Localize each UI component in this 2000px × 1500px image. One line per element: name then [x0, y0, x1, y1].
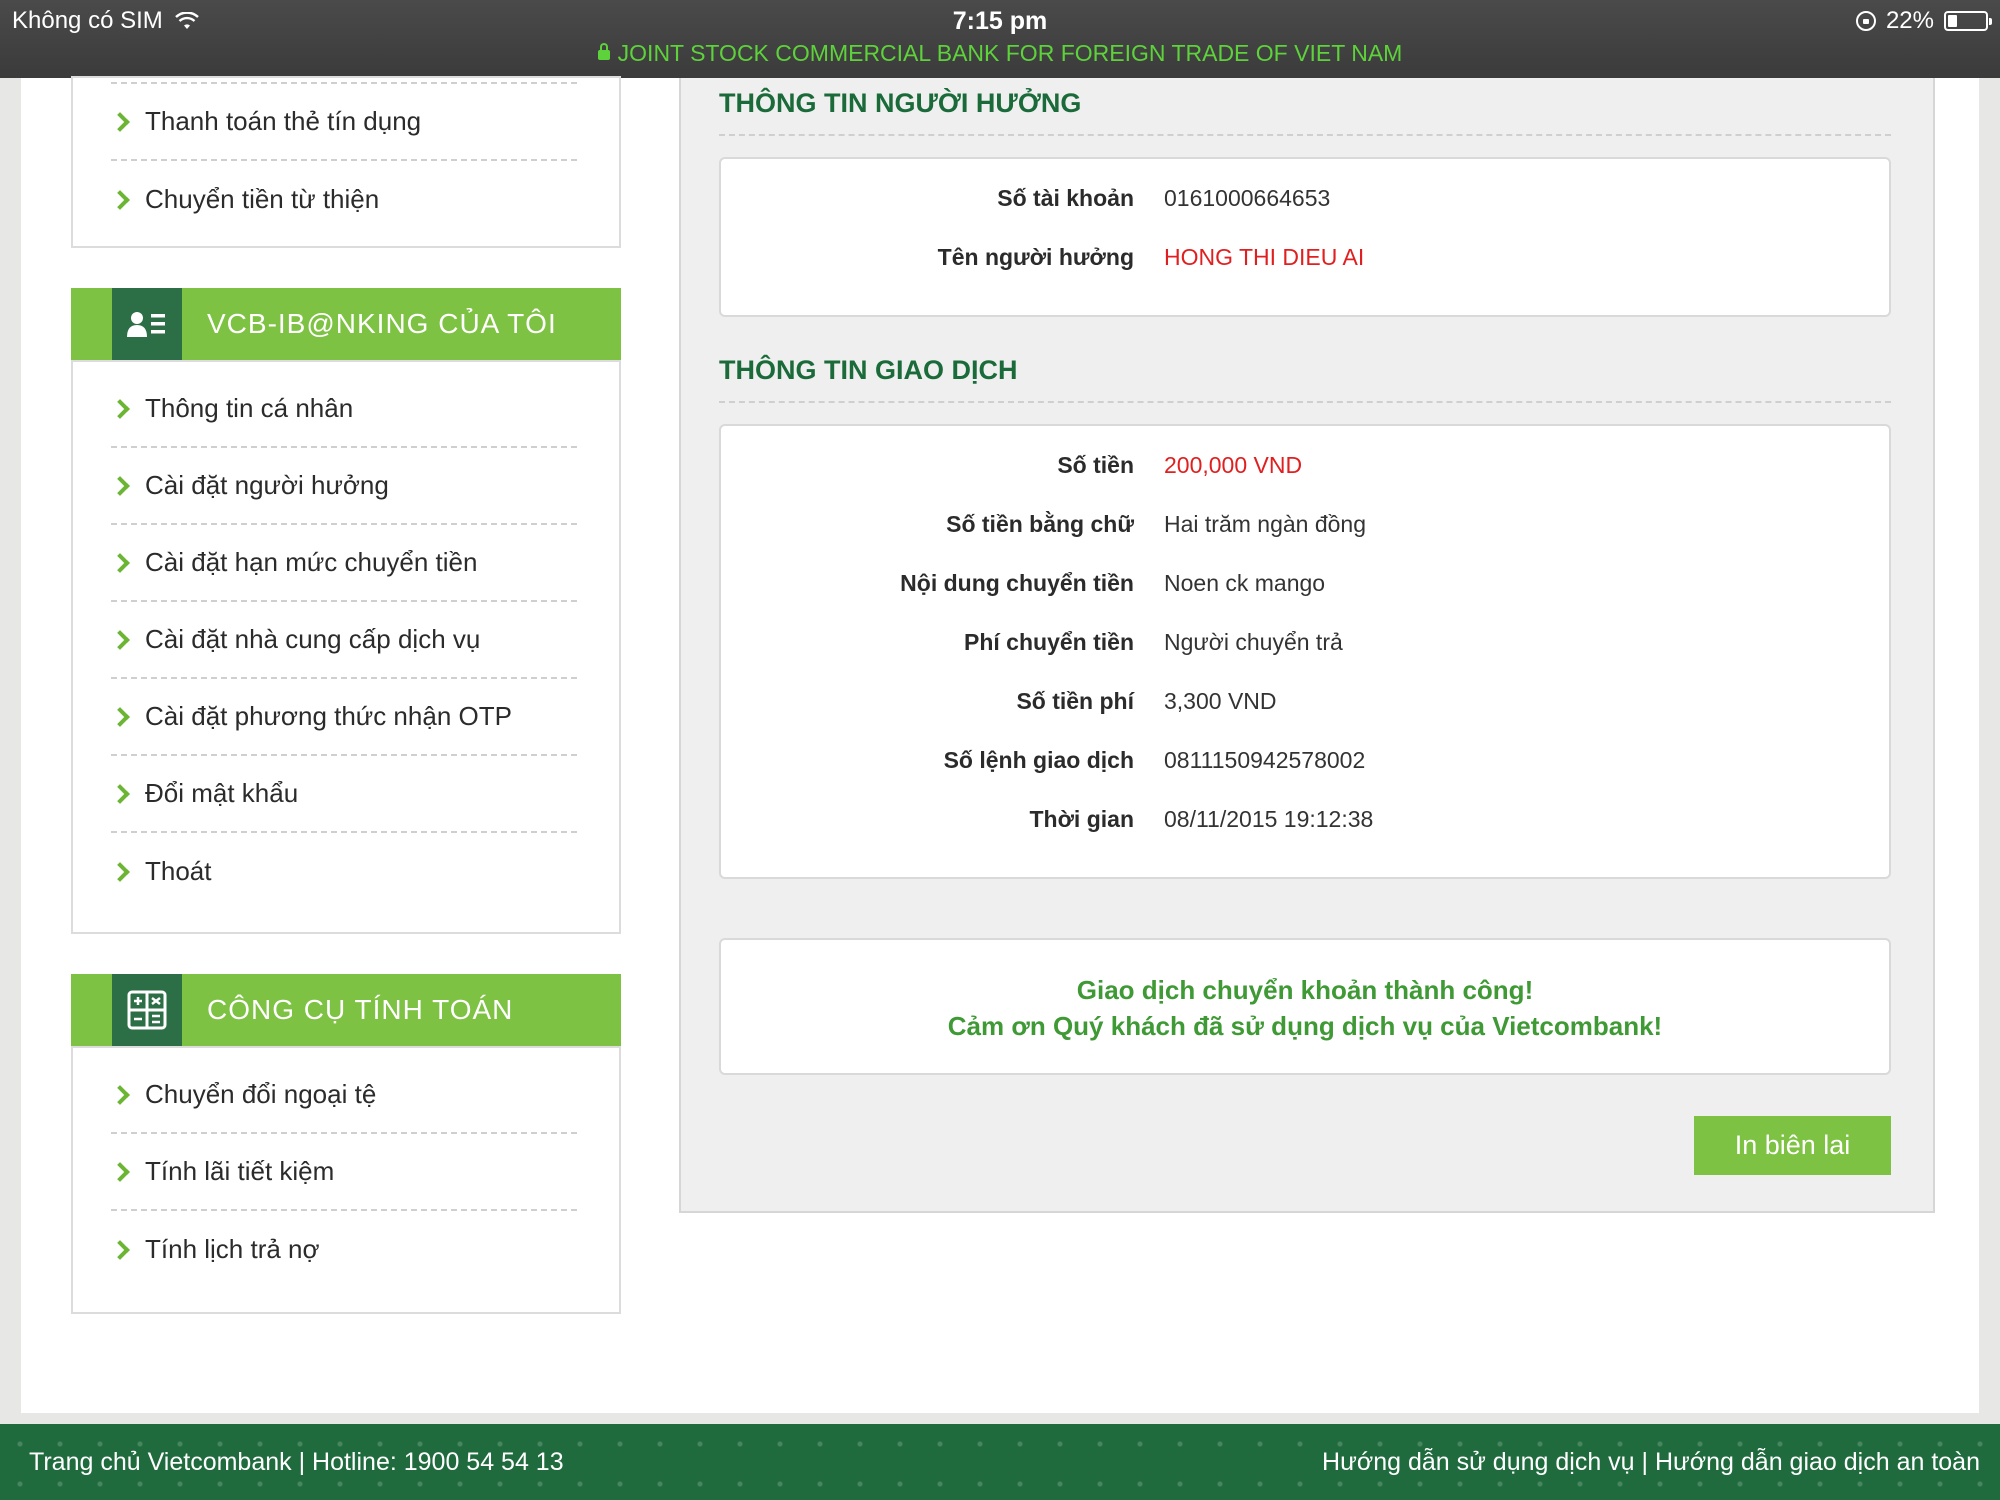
transaction-card: Số tiền 200,000 VND Số tiền bằng chữ Hai… — [719, 424, 1891, 879]
transaction-section-title: THÔNG TIN GIAO DỊCH — [719, 355, 1018, 385]
divider — [719, 401, 1891, 403]
page: Thanh toán thẻ tín dụng Chuyển tiền từ t… — [21, 76, 1979, 1413]
sidebar-panel-my-ibanking: Thông tin cá nhân Cài đặt người hưởng Cà… — [71, 360, 621, 934]
transfer-content-row: Nội dung chuyển tiền Noen ck mango — [721, 570, 1889, 610]
user-card-icon — [112, 288, 182, 360]
chevron-right-icon — [110, 1084, 130, 1105]
beneficiary-card: Số tài khoản 0161000664653 Tên người hưở… — [719, 157, 1891, 317]
sidebar-item-label: Thoát — [145, 856, 212, 886]
amount-in-words-row: Số tiền bằng chữ Hai trăm ngàn đồng — [721, 511, 1889, 551]
chevron-right-icon — [110, 475, 130, 496]
beneficiary-section-title: THÔNG TIN NGƯỜI HƯỞNG — [719, 88, 1082, 118]
sidebar-item-change-password[interactable]: Đổi mật khẩu — [110, 756, 577, 833]
divider — [719, 134, 1891, 136]
chevron-right-icon — [110, 706, 130, 727]
status-bar: Không có SIM 7:15 pm 22% JOINT STOCK COM… — [0, 0, 2000, 78]
fee-type-label: Phí chuyển tiền — [964, 629, 1134, 655]
battery-level — [1948, 15, 1957, 27]
sidebar-item-label: Tính lãi tiết kiệm — [145, 1156, 335, 1186]
sidebar-item-label: Tính lịch trả nợ — [145, 1234, 320, 1264]
chevron-right-icon — [110, 111, 130, 132]
amount-in-words-value: Hai trăm ngàn đồng — [1164, 511, 1367, 537]
sidebar-panel-tools: Chuyển đổi ngoại tệ Tính lãi tiết kiệm T… — [71, 1046, 621, 1314]
sidebar-item-service-provider[interactable]: Cài đặt nhà cung cấp dịch vụ — [110, 602, 577, 679]
my-ibanking-title: VCB-IB@NKING CỦA TÔI — [207, 308, 557, 339]
sidebar-item-label: Thông tin cá nhân — [145, 393, 354, 423]
calculator-tools-header[interactable]: CÔNG CỤ TÍNH TOÁN — [71, 974, 621, 1046]
amount-in-words-label: Số tiền bằng chữ — [946, 511, 1134, 537]
beneficiary-name-label: Tên người hưởng — [937, 244, 1134, 270]
beneficiary-name-value: HONG THI DIEU AI — [1164, 244, 1365, 270]
transfer-content-label: Nội dung chuyển tiền — [900, 570, 1134, 596]
sidebar-item-credit-card-payment[interactable]: Thanh toán thẻ tín dụng — [110, 84, 577, 161]
site-title-bar[interactable]: JOINT STOCK COMMERCIAL BANK FOR FOREIGN … — [0, 40, 2000, 67]
success-message: Giao dịch chuyển khoản thành công! Cảm ơ… — [719, 938, 1891, 1075]
my-ibanking-header[interactable]: VCB-IB@NKING CỦA TÔI — [71, 288, 621, 360]
lock-icon — [597, 43, 610, 60]
chevron-right-icon — [110, 783, 130, 804]
clock: 7:15 pm — [952, 7, 1048, 35]
time-label: Thời gian — [1029, 806, 1134, 832]
sidebar-item-label: Cài đặt người hưởng — [145, 470, 389, 500]
success-line-2: Cảm ơn Quý khách đã sử dụng dịch vụ của … — [947, 1011, 1663, 1041]
transaction-id-label: Số lệnh giao dịch — [943, 747, 1134, 773]
sidebar-item-repayment-schedule[interactable]: Tính lịch trả nợ — [110, 1211, 577, 1288]
battery-icon — [1944, 11, 1992, 31]
calculator-icon — [112, 974, 182, 1046]
chevron-right-icon — [110, 629, 130, 650]
sidebar-item-label: Chuyển tiền từ thiện — [145, 184, 380, 214]
calculator-tools-title: CÔNG CỤ TÍNH TOÁN — [207, 994, 514, 1025]
transaction-id-row: Số lệnh giao dịch 0811150942578002 — [721, 747, 1889, 787]
amount-value: 200,000 VND — [1164, 452, 1303, 478]
time-row: Thời gian 08/11/2015 19:12:38 — [721, 806, 1889, 846]
fee-amount-value: 3,300 VND — [1164, 688, 1277, 714]
account-number-label: Số tài khoản — [997, 185, 1134, 211]
sidebar-panel-payments: Thanh toán thẻ tín dụng Chuyển tiền từ t… — [71, 76, 621, 248]
chevron-right-icon — [110, 1161, 130, 1182]
amount-row: Số tiền 200,000 VND — [721, 452, 1889, 492]
amount-label: Số tiền — [1057, 452, 1134, 478]
fee-type-value: Người chuyển trả — [1164, 629, 1343, 655]
sidebar-item-label: Chuyển đổi ngoại tệ — [145, 1079, 377, 1109]
site-title: JOINT STOCK COMMERCIAL BANK FOR FOREIGN … — [617, 40, 1403, 66]
fee-amount-row: Số tiền phí 3,300 VND — [721, 688, 1889, 728]
print-receipt-button[interactable]: In biên lai — [1694, 1116, 1891, 1175]
fee-type-row: Phí chuyển tiền Người chuyển trả — [721, 629, 1889, 669]
chevron-right-icon — [110, 552, 130, 573]
sidebar-item-otp-method[interactable]: Cài đặt phương thức nhận OTP — [110, 679, 577, 756]
fee-amount-label: Số tiền phí — [1016, 688, 1134, 714]
sidebar-item-beneficiary-settings[interactable]: Cài đặt người hưởng — [110, 448, 577, 525]
sidebar-item-currency-converter[interactable]: Chuyển đổi ngoại tệ — [110, 1057, 577, 1134]
sidebar-item-label: Cài đặt phương thức nhận OTP — [145, 701, 512, 731]
footer-guide-links[interactable]: Hướng dẫn sử dụng dịch vụ | Hướng dẫn gi… — [1322, 1424, 1980, 1500]
transaction-id-value: 0811150942578002 — [1164, 747, 1366, 773]
footer: Trang chủ Vietcombank | Hotline: 1900 54… — [0, 1424, 2000, 1500]
sidebar-item-label: Đổi mật khẩu — [145, 778, 299, 808]
chevron-right-icon — [110, 398, 130, 419]
sidebar-item-label: Thanh toán thẻ tín dụng — [145, 106, 422, 136]
sidebar-item-transfer-limit[interactable]: Cài đặt hạn mức chuyển tiền — [110, 525, 577, 602]
transfer-content-value: Noen ck mango — [1164, 570, 1326, 596]
sidebar-item-savings-interest[interactable]: Tính lãi tiết kiệm — [110, 1134, 577, 1211]
chevron-right-icon — [110, 189, 130, 210]
sidebar-item-logout[interactable]: Thoát — [110, 833, 577, 910]
chevron-right-icon — [110, 861, 130, 882]
account-number-row: Số tài khoản 0161000664653 — [721, 185, 1889, 225]
footer-home-hotline-link[interactable]: Trang chủ Vietcombank | Hotline: 1900 54… — [29, 1424, 564, 1500]
rotation-lock-icon — [1855, 11, 1876, 31]
sidebar-item-charity-transfer[interactable]: Chuyển tiền từ thiện — [110, 161, 577, 238]
chevron-right-icon — [110, 1239, 130, 1260]
sidebar-item-label: Cài đặt nhà cung cấp dịch vụ — [145, 624, 481, 654]
beneficiary-name-row: Tên người hưởng HONG THI DIEU AI — [721, 244, 1889, 284]
sidebar-item-personal-info[interactable]: Thông tin cá nhân — [110, 371, 577, 448]
sidebar-item-label: Cài đặt hạn mức chuyển tiền — [145, 547, 478, 577]
time-value: 08/11/2015 19:12:38 — [1164, 806, 1374, 832]
success-line-1: Giao dịch chuyển khoản thành công! — [1076, 975, 1534, 1005]
battery-percent: 22% — [1885, 7, 1934, 34]
account-number-value: 0161000664653 — [1164, 185, 1331, 211]
